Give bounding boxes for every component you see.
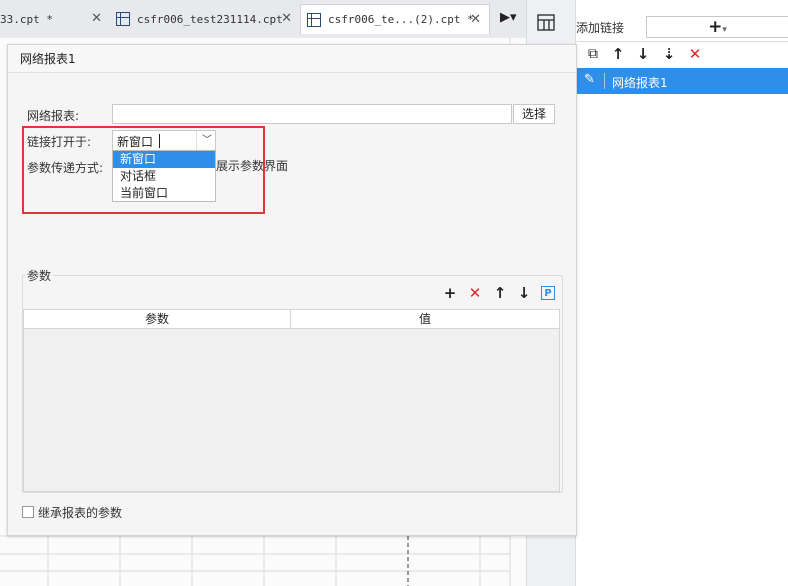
tab-label: 33.cpt *	[0, 12, 53, 26]
arrow-up-icon[interactable]: ↑	[609, 45, 627, 63]
report-grid-icon	[116, 12, 130, 26]
report-grid-icon	[307, 12, 321, 27]
inherit-params-label: 继承报表的参数	[38, 506, 123, 520]
add-param-icon[interactable]: +	[441, 284, 459, 302]
param-p-icon[interactable]: P	[541, 286, 555, 300]
params-table: 参数 值	[23, 309, 560, 492]
tab-menu-icon[interactable]: ▶▾	[500, 10, 517, 25]
column-header-value[interactable]: 值	[291, 310, 559, 328]
report-label: 网络报表:	[27, 109, 80, 123]
close-icon[interactable]: ✕	[470, 12, 481, 27]
copy-icon[interactable]: ⧉	[584, 46, 602, 62]
select-button[interactable]: 选择	[513, 104, 555, 124]
params-group-label: 参数	[25, 267, 54, 284]
move-bottom-icon[interactable]: ⇣	[660, 45, 678, 63]
report-input[interactable]	[112, 104, 512, 124]
plus-icon: +	[708, 17, 723, 37]
hyperlink-panel: 添加链接 +▾ ⧉ ↑ ↓ ⇣ ✕ ✎ 网络报表1	[575, 0, 788, 586]
annotation-highlight-box	[22, 126, 265, 214]
delete-icon[interactable]: ✕	[686, 45, 704, 63]
inherit-params-checkbox[interactable]	[22, 506, 34, 518]
add-link-label: 添加链接	[576, 21, 625, 35]
tab-label: csfr006_te...(2).cpt *	[328, 13, 474, 26]
arrow-down-icon[interactable]: ↓	[634, 45, 652, 63]
delete-param-icon[interactable]: ✕	[466, 284, 484, 302]
param-up-icon[interactable]: ↑	[491, 284, 509, 302]
link-item-selected[interactable]: ✎ 网络报表1	[576, 68, 788, 94]
network-report-dialog: 网络报表1 网络报表: 选择 链接打开于: 新窗口 ﹀ 参数传递方式: 展示参数…	[7, 44, 577, 536]
dialog-title: 网络报表1	[8, 45, 576, 73]
tab-label: csfr006_test231114.cpt	[137, 12, 283, 26]
close-icon[interactable]: ✕	[281, 11, 292, 26]
tab-file-1[interactable]: 33.cpt * ✕	[0, 4, 110, 34]
tab-file-2[interactable]: csfr006_test231114.cpt ✕	[110, 4, 300, 34]
param-down-icon[interactable]: ↓	[515, 284, 533, 302]
params-table-header: 参数 值	[24, 310, 559, 329]
tab-file-3[interactable]: csfr006_te...(2).cpt * ✕	[300, 4, 490, 34]
panel-layout-icon[interactable]	[537, 14, 557, 32]
close-icon[interactable]: ✕	[91, 11, 102, 26]
tab-bar: 33.cpt * ✕ csfr006_test231114.cpt ✕ csfr…	[0, 0, 526, 39]
add-link-button[interactable]: +▾	[646, 16, 788, 38]
link-item-label: 网络报表1	[612, 76, 668, 90]
column-header-param[interactable]: 参数	[24, 310, 291, 328]
chevron-down-icon: ▾	[722, 25, 727, 35]
pencil-icon: ✎	[584, 72, 595, 87]
